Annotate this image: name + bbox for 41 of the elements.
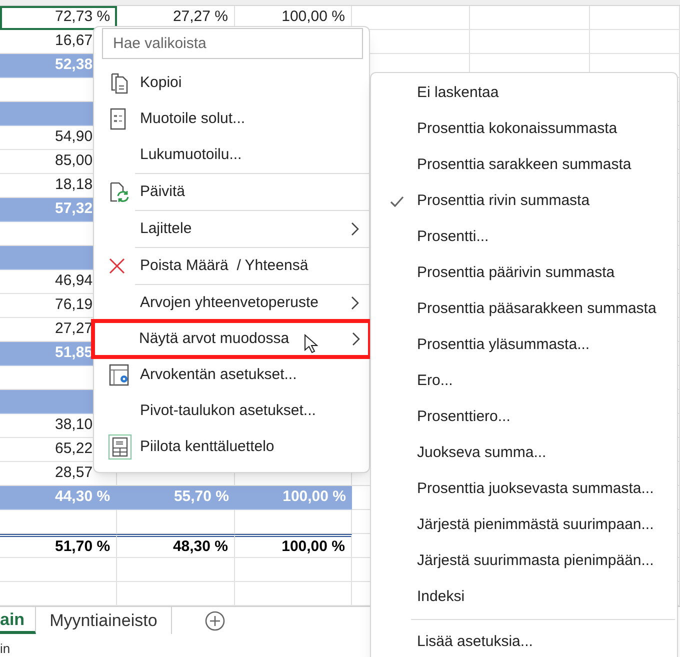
table-cell[interactable] [590, 30, 680, 54]
refresh-icon [108, 181, 130, 203]
table-cell[interactable] [590, 6, 680, 30]
table-cell[interactable]: 72,73 % [0, 6, 117, 30]
table-cell[interactable] [235, 510, 352, 534]
table-cell[interactable]: 48,30 % [117, 534, 235, 558]
menu-item[interactable]: Järjestä pienimmästä suurimpaan... [371, 507, 677, 543]
menu-item[interactable]: Prosenttia päärivin summasta [371, 255, 677, 291]
menu-item[interactable]: Prosentti... [371, 219, 677, 255]
add-sheet-icon[interactable] [204, 610, 226, 632]
table-cell[interactable] [470, 6, 590, 30]
menu-item[interactable]: Prosenttia yläsummasta... [371, 327, 677, 363]
chevron-right-icon [351, 222, 359, 236]
menu-item[interactable]: Ei laskentaa [371, 75, 677, 111]
status-text: in [0, 640, 10, 657]
menu-item[interactable]: Prosenttia rivin summasta [371, 183, 677, 219]
menu-item[interactable]: Prosenttiero... [371, 399, 677, 435]
table-cell[interactable] [117, 510, 235, 534]
table-cell[interactable] [235, 558, 352, 582]
menu-item[interactable]: Prosenttia sarakkeen summasta [371, 147, 677, 183]
chevron-right-icon [351, 296, 359, 310]
cursor-icon [304, 334, 318, 354]
table-cell[interactable]: 51,70 % [0, 534, 117, 558]
table-cell[interactable] [470, 30, 590, 54]
menu-item[interactable]: Prosenttia kokonaissummasta [371, 111, 677, 147]
cell-format-icon [108, 108, 128, 130]
table-cell[interactable] [0, 510, 117, 534]
chevron-right-icon [352, 332, 360, 346]
close-icon [108, 257, 126, 275]
table-cell[interactable] [117, 558, 235, 582]
search-field[interactable]: Hae valikoista [102, 28, 363, 59]
table-cell[interactable]: 100,00 % [235, 534, 352, 558]
menu-item[interactable]: Indeksi [371, 579, 677, 615]
menu-item[interactable]: Prosenttia juoksevasta summasta... [371, 471, 677, 507]
menu-item[interactable]: Järjestä suurimmasta pienimpään... [371, 543, 677, 579]
menu-item[interactable]: Ero... [371, 363, 677, 399]
menu-item[interactable]: Juokseva summa... [371, 435, 677, 471]
table-cell[interactable] [0, 558, 117, 582]
menu-item[interactable]: Prosenttia pääsarakkeen summasta [371, 291, 677, 327]
field-list-icon [108, 434, 132, 460]
menu-item[interactable]: Lisää asetuksia... [371, 624, 677, 657]
